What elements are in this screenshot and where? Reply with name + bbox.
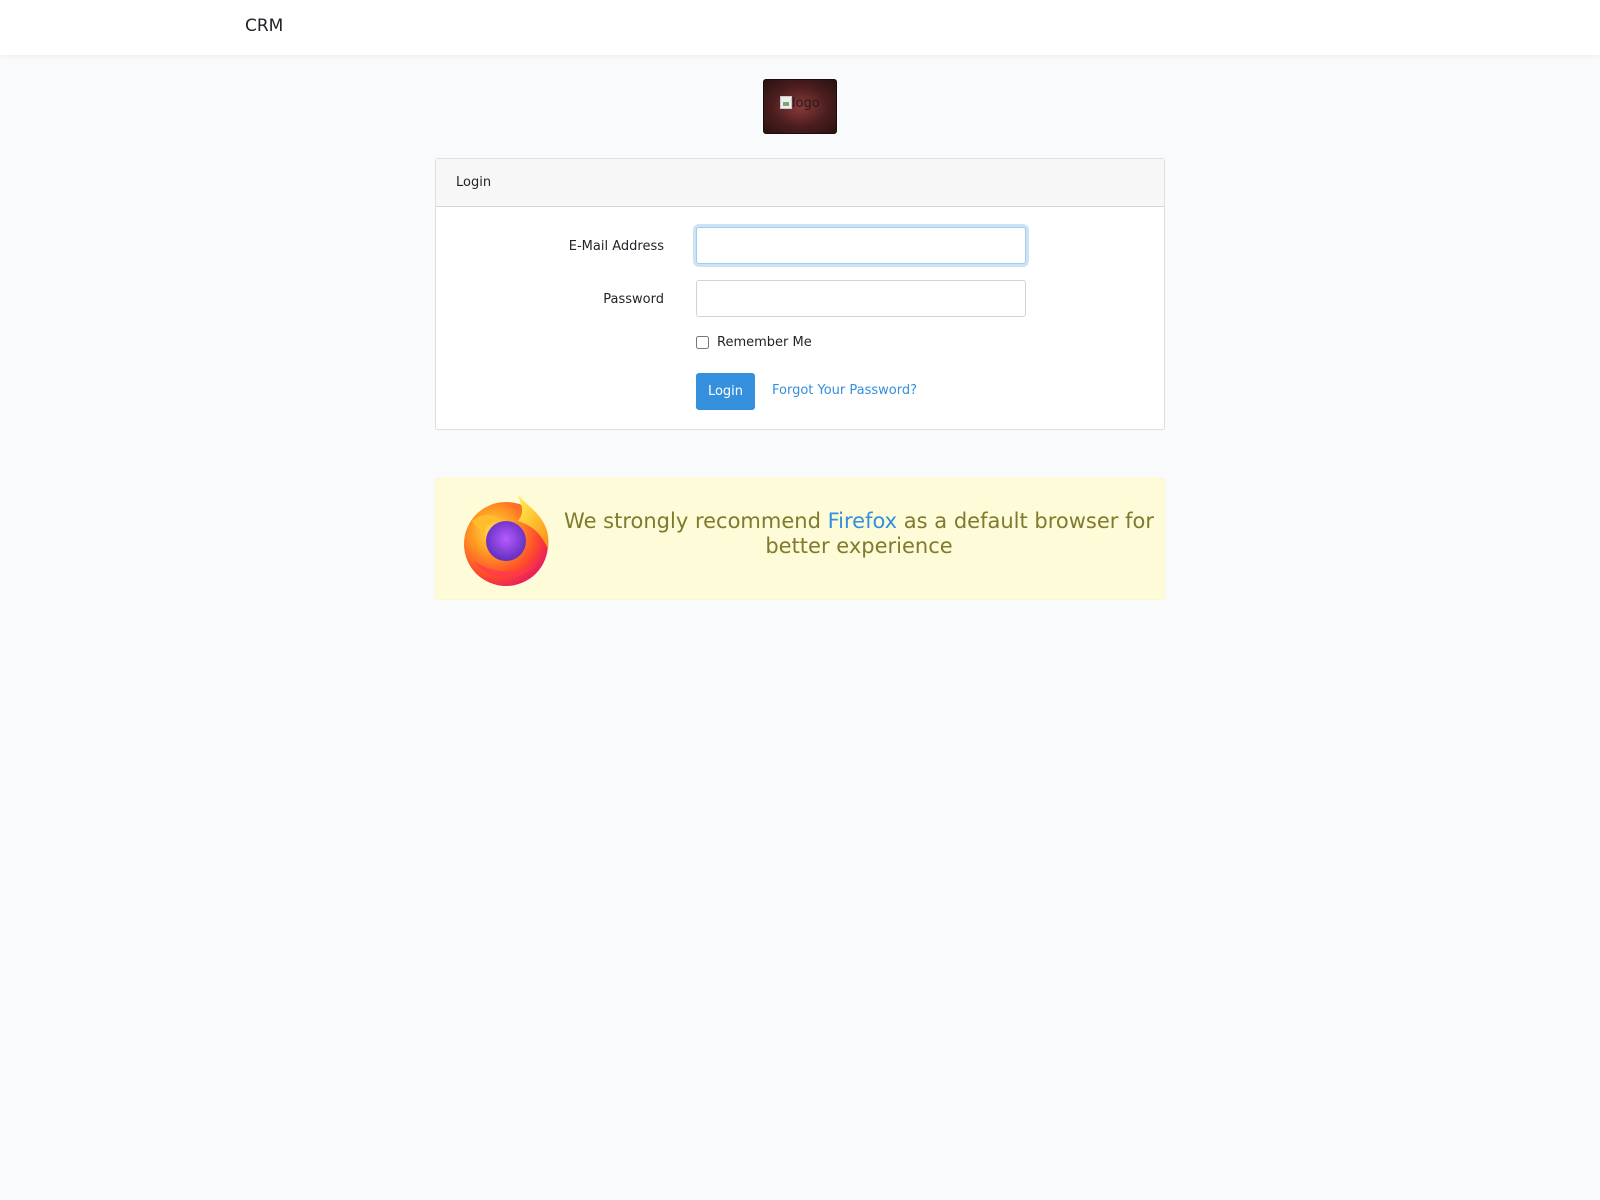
firefox-icon — [464, 495, 549, 586]
forgot-password-link[interactable]: Forgot Your Password? — [772, 383, 917, 398]
logo-image: logo — [763, 79, 837, 134]
login-card-header: Login — [436, 159, 1164, 207]
firefox-link[interactable]: Firefox — [828, 509, 898, 533]
logo-alt-label: logo — [792, 96, 820, 111]
broken-image-icon — [780, 96, 792, 109]
email-field[interactable] — [696, 227, 1026, 264]
notice-text-before: We strongly recommend — [564, 509, 828, 533]
remember-me-label[interactable]: Remember Me — [717, 335, 812, 350]
remember-me-row: Remember Me — [696, 335, 812, 350]
browser-recommendation-notice: We strongly recommend Firefox as a defau… — [435, 478, 1165, 600]
email-label: E-Mail Address — [568, 239, 664, 254]
brand-link[interactable]: CRM — [245, 16, 283, 36]
browser-notice-text: We strongly recommend Firefox as a defau… — [564, 509, 1154, 559]
password-label: Password — [603, 292, 664, 307]
remember-me-checkbox[interactable] — [696, 336, 709, 349]
login-card: Login E-Mail Address Password Remember M… — [435, 158, 1165, 430]
password-field[interactable] — [696, 280, 1026, 317]
top-navbar: CRM — [0, 0, 1600, 55]
login-button[interactable]: Login — [696, 373, 755, 410]
logo-alt-text: logo — [780, 96, 820, 111]
